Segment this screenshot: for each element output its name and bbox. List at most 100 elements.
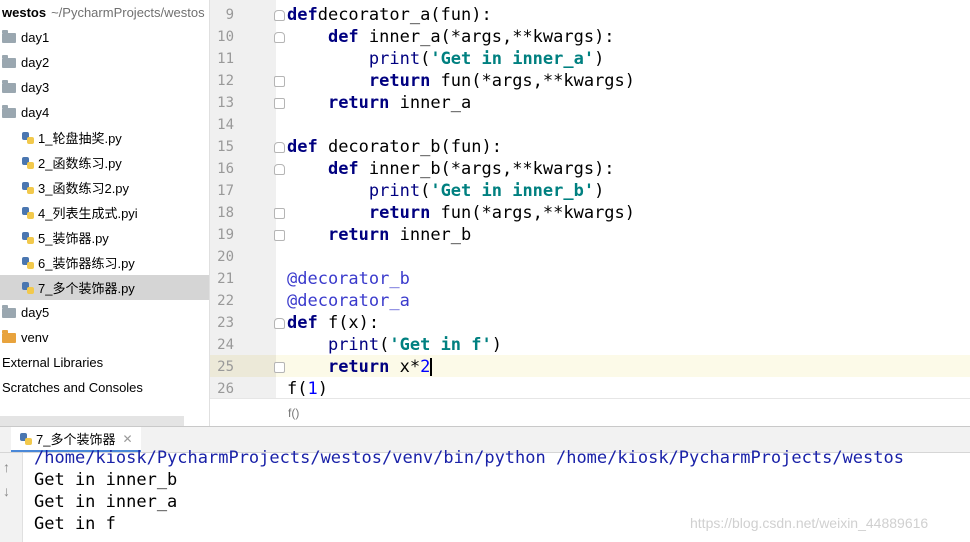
fold-marker-icon[interactable] (274, 208, 285, 219)
code-line[interactable]: return fun(*args,**kwargs) (287, 70, 635, 92)
fold-marker-icon[interactable] (274, 164, 285, 175)
tree-item-label: External Libraries (2, 355, 104, 370)
line-number[interactable]: 25 (210, 356, 234, 378)
tree-item-label: day2 (21, 55, 50, 70)
line-number[interactable]: 10 (210, 26, 234, 48)
code-line[interactable]: return x*2 (287, 356, 433, 378)
tree-item-label: venv (21, 330, 49, 345)
run-tool-window: 7_多个装饰器 ✕ ↑ ↓ /home/kiosk/PycharmProject… (0, 426, 970, 542)
console-output-line: Get in inner_b (34, 470, 178, 490)
python-file-icon (21, 156, 35, 170)
line-number[interactable]: 9 (210, 4, 234, 26)
tree-item-external-libraries[interactable]: External Libraries (0, 350, 209, 375)
code-line[interactable]: print('Get in f') (287, 334, 502, 356)
code-line[interactable]: return inner_a (287, 92, 471, 114)
tree-item-day2[interactable]: day2 (0, 50, 209, 75)
python-file-icon (21, 231, 35, 245)
fold-marker-icon[interactable] (274, 10, 285, 21)
code-line[interactable]: @decorator_a (287, 290, 410, 312)
scroll-down-icon[interactable]: ↓ (3, 483, 10, 499)
fold-marker-icon[interactable] (274, 98, 285, 109)
code-line[interactable]: def inner_b(*args,**kwargs): (287, 158, 615, 180)
tree-item-3_-2-py[interactable]: 3_函数练习2.py (0, 175, 209, 200)
code-line[interactable]: print('Get in inner_a') (287, 48, 604, 70)
line-number[interactable]: 16 (210, 158, 234, 180)
line-number[interactable]: 11 (210, 48, 234, 70)
tree-item-2_-py[interactable]: 2_函数练习.py (0, 150, 209, 175)
tree-item-label: day3 (21, 80, 50, 95)
line-number[interactable]: 23 (210, 312, 234, 334)
editor-breadcrumb[interactable]: f() (210, 398, 970, 427)
tree-item-label: day5 (21, 305, 50, 320)
tree-item-scratches-and-consoles[interactable]: Scratches and Consoles (0, 375, 209, 400)
fold-marker-icon[interactable] (274, 76, 285, 87)
tree-item-5_-py[interactable]: 5_装饰器.py (0, 225, 209, 250)
fold-marker-icon[interactable] (274, 32, 285, 43)
tree-item-6_-py[interactable]: 6_装饰器练习.py (0, 250, 209, 275)
tree-item-7_-py[interactable]: 7_多个装饰器.py (0, 275, 209, 300)
tree-item-label: 3_函数练习2.py (38, 181, 130, 196)
tree-item-day3[interactable]: day3 (0, 75, 209, 100)
line-number[interactable]: 18 (210, 202, 234, 224)
line-number[interactable]: 12 (210, 70, 234, 92)
fold-marker-icon[interactable] (274, 142, 285, 153)
tree-item-label: 1_轮盘抽奖.py (38, 131, 122, 146)
tree-item-venv[interactable]: venv (0, 325, 209, 350)
code-line[interactable]: f(1) (287, 378, 328, 400)
code-line[interactable]: return inner_b (287, 224, 471, 246)
tree-item-label: day1 (21, 30, 50, 45)
tree-item-day1[interactable]: day1 (0, 25, 209, 50)
code-line[interactable]: def f(x): (287, 312, 379, 334)
line-number[interactable]: 24 (210, 334, 234, 356)
fold-marker-icon[interactable] (274, 318, 285, 329)
tree-item-label: Scratches and Consoles (2, 380, 143, 395)
line-number[interactable]: 13 (210, 92, 234, 114)
tree-item-4_-pyi[interactable]: 4_列表生成式.pyi (0, 200, 209, 225)
code-editor[interactable]: 9 10 11 12 13 14 15 16 17 18 19 20 21 22 23 24 25 26 defd… (209, 0, 970, 427)
project-root[interactable]: westos ~/PycharmProjects/westos (0, 4, 205, 22)
code-line[interactable]: print('Get in inner_b') (287, 180, 604, 202)
code-line[interactable]: def inner_a(*args,**kwargs): (287, 26, 615, 48)
folder-icon (2, 304, 16, 318)
console-command-line: /home/kiosk/PycharmProjects/westos/venv/… (34, 448, 904, 468)
folder-icon (2, 79, 16, 93)
tree-item-label: 4_列表生成式.pyi (38, 206, 138, 221)
code-line[interactable]: defdecorator_a(fun): (287, 4, 492, 26)
console-output-line: Get in f (34, 514, 116, 534)
run-toolbar: ↑ ↓ (0, 453, 23, 542)
python-file-icon (21, 256, 35, 270)
project-root-name: westos (2, 5, 47, 20)
line-number[interactable]: 22 (210, 290, 234, 312)
python-file-icon (21, 206, 35, 220)
python-file-icon (19, 432, 33, 446)
python-file-icon (21, 131, 35, 145)
folder-icon (2, 104, 16, 118)
line-number[interactable]: 19 (210, 224, 234, 246)
line-number[interactable]: 26 (210, 378, 234, 400)
line-number[interactable]: 20 (210, 246, 234, 268)
line-number[interactable]: 14 (210, 114, 234, 136)
tree-item-label: 5_装饰器.py (38, 231, 109, 246)
tree-item-1_-py[interactable]: 1_轮盘抽奖.py (0, 125, 209, 150)
close-tab-icon[interactable]: ✕ (122, 432, 132, 446)
line-number[interactable]: 17 (210, 180, 234, 202)
project-horizontal-scrollbar[interactable] (0, 416, 184, 426)
code-line[interactable]: def decorator_b(fun): (287, 136, 502, 158)
fold-marker-icon[interactable] (274, 230, 285, 241)
code-line[interactable]: @decorator_b (287, 268, 410, 290)
tree-item-day4[interactable]: day4 (0, 100, 209, 125)
line-number[interactable]: 15 (210, 136, 234, 158)
fold-marker-icon[interactable] (274, 362, 285, 373)
breadcrumb-function[interactable]: f() (288, 406, 299, 420)
line-number[interactable]: 21 (210, 268, 234, 290)
watermark: https://blog.csdn.net/weixin_44889616 (690, 515, 929, 531)
scroll-up-icon[interactable]: ↑ (3, 459, 10, 475)
folder-icon (2, 54, 16, 68)
code-line[interactable]: return fun(*args,**kwargs) (287, 202, 635, 224)
tree-item-label: 2_函数练习.py (38, 156, 122, 171)
tree-item-label: day4 (21, 105, 50, 120)
folder-icon (2, 29, 16, 43)
tree-item-label: 7_多个装饰器.py (38, 281, 135, 296)
console-output-line: Get in inner_a (34, 492, 178, 512)
tree-item-day5[interactable]: day5 (0, 300, 209, 325)
